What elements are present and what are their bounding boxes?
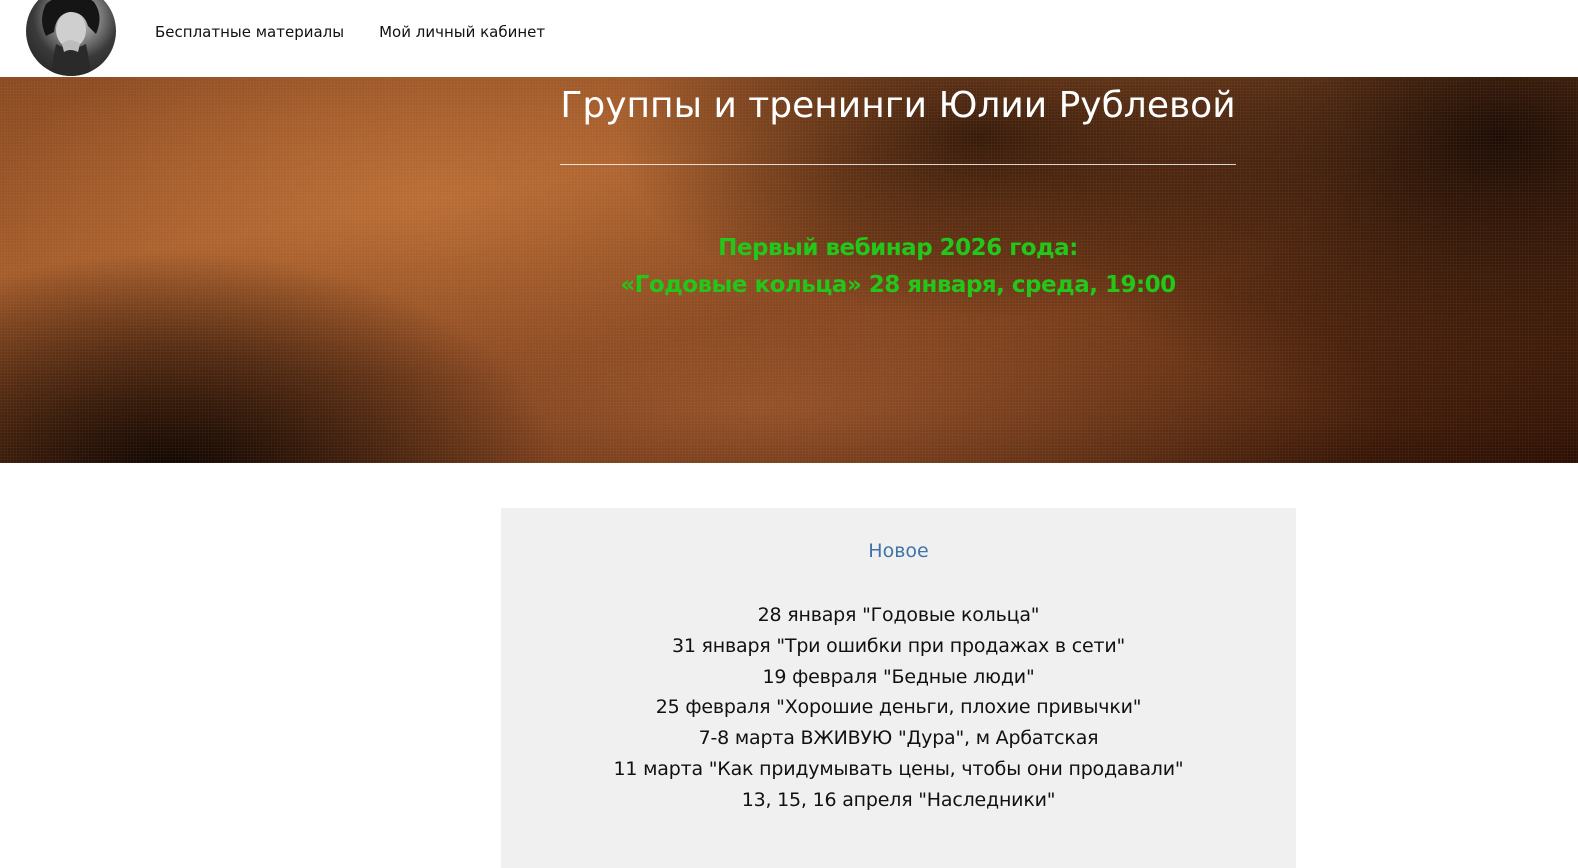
- site-header: Бесплатные материалы Мой личный кабинет: [0, 0, 1578, 77]
- author-avatar[interactable]: [26, 0, 116, 76]
- announcement-line: Первый вебинар 2026 года:: [718, 235, 1078, 261]
- news-item: 31 января "Три ошибки при продажах в сет…: [671, 634, 1126, 657]
- page-title: Группы и тренинги Юлии Рублевой: [560, 85, 1236, 126]
- news-item: 11 марта "Как придумывать цены, чтобы он…: [613, 757, 1184, 780]
- hero-banner: Группы и тренинги Юлии Рублевой Первый в…: [0, 77, 1578, 463]
- announcement-line: «Годовые кольца» 28 января, среда, 19:00: [620, 272, 1176, 298]
- news-item: 13, 15, 16 апреля "Наследники": [741, 788, 1056, 811]
- title-divider: [560, 164, 1236, 165]
- news-list: 28 января "Годовые кольца" 31 января "Тр…: [501, 600, 1296, 816]
- news-item: 25 февраля "Хорошие деньги, плохие привы…: [655, 696, 1142, 719]
- news-item: 19 февраля "Бедные люди": [762, 665, 1035, 688]
- nav-free-materials[interactable]: Бесплатные материалы: [155, 23, 344, 41]
- news-item: 28 января "Годовые кольца": [757, 604, 1040, 626]
- portrait-image: [42, 0, 100, 76]
- news-panel: Новое 28 января "Годовые кольца" 31 янва…: [501, 508, 1296, 868]
- news-item: 7-8 марта ВЖИВУЮ "Дура", м Арбатская: [698, 727, 1099, 750]
- nav-personal-account[interactable]: Мой личный кабинет: [379, 23, 545, 41]
- webinar-announcement: Первый вебинар 2026 года: «Годовые кольц…: [0, 230, 1578, 304]
- news-heading: Новое: [868, 540, 929, 562]
- main-nav: Бесплатные материалы Мой личный кабинет: [155, 23, 545, 41]
